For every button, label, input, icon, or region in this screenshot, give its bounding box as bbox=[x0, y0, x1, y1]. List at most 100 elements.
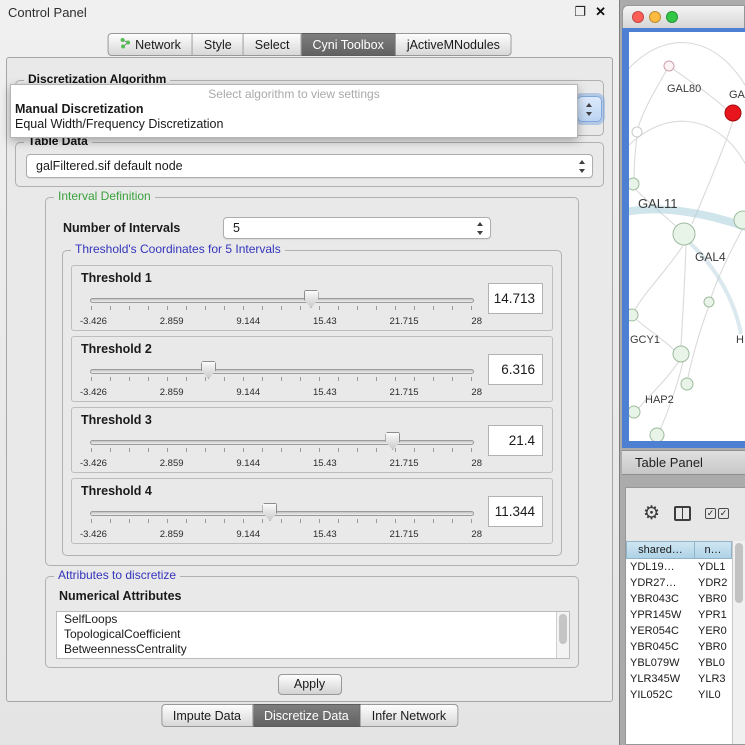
slider-track[interactable] bbox=[90, 298, 474, 303]
threshold-slider[interactable]: -3.4262.8599.14415.4321.71528 bbox=[90, 361, 474, 398]
threshold-value-field[interactable]: 11.344 bbox=[488, 496, 543, 527]
cell[interactable]: YBL079W bbox=[626, 655, 694, 671]
checkbox-icon[interactable]: ✓ bbox=[718, 508, 729, 519]
table-body: YDL19…YDL1 YDR27…YDR2 YBR043CYBR0 YPR145… bbox=[626, 559, 732, 744]
right-workspace: GAL80 GA GAL11 GAL4 GCY1 H HAP2 Table Pa… bbox=[620, 0, 745, 745]
cell[interactable]: YBR043C bbox=[626, 591, 694, 607]
cell[interactable]: YLR3 bbox=[694, 671, 732, 687]
node bbox=[664, 61, 674, 71]
window-title: Control Panel bbox=[8, 5, 87, 20]
cell[interactable]: YIL052C bbox=[626, 687, 694, 703]
list-item[interactable]: BetweennessCentrality bbox=[57, 642, 569, 657]
threshold-panel-1: Threshold 1 -3.4262.8599.14415.4321.7152… bbox=[71, 265, 553, 331]
table-row[interactable]: YBR045CYBR0 bbox=[626, 639, 732, 655]
tick-label: 2.859 bbox=[160, 458, 184, 469]
dropdown-option-manual[interactable]: Manual Discretization bbox=[11, 102, 577, 117]
column-header-name[interactable]: n… bbox=[694, 541, 732, 559]
bottom-tab-bar: Impute Data Discretize Data Infer Networ… bbox=[161, 704, 458, 727]
cell[interactable]: YDL19… bbox=[626, 559, 694, 575]
threshold-slider[interactable]: -3.4262.8599.14415.4321.71528 bbox=[90, 290, 474, 327]
table-row[interactable]: YBR043CYBR0 bbox=[626, 591, 732, 607]
slider-track[interactable] bbox=[90, 369, 474, 374]
tick-label: 21.715 bbox=[390, 387, 419, 398]
tab-select[interactable]: Select bbox=[244, 33, 302, 56]
tab-jactivemodules[interactable]: jActiveMNodules bbox=[396, 33, 512, 56]
cell[interactable]: YPR145W bbox=[626, 607, 694, 623]
checkbox-icon[interactable]: ✓ bbox=[705, 508, 716, 519]
table-data-combobox[interactable]: galFiltered.sif default node bbox=[26, 154, 593, 178]
mac-close-button[interactable] bbox=[632, 11, 644, 23]
threshold-label: Threshold 1 bbox=[81, 271, 152, 285]
tab-network[interactable]: Network bbox=[107, 33, 193, 56]
cell[interactable]: YER054C bbox=[626, 623, 694, 639]
tab-infer-network[interactable]: Infer Network bbox=[361, 704, 458, 727]
tab-discretize-data[interactable]: Discretize Data bbox=[253, 704, 361, 727]
table-row[interactable]: YDR27…YDR2 bbox=[626, 575, 732, 591]
table-row[interactable]: YER054CYER0 bbox=[626, 623, 732, 639]
dropdown-hint-option[interactable]: Select algorithm to view settings bbox=[11, 87, 577, 102]
network-graph[interactable]: GAL80 GA GAL11 GAL4 GCY1 H HAP2 bbox=[629, 32, 745, 441]
table-row[interactable]: YBL079WYBL0 bbox=[626, 655, 732, 671]
combobox-spinner-icon[interactable] bbox=[578, 158, 587, 175]
cell[interactable]: YBR045C bbox=[626, 639, 694, 655]
list-scrollbar[interactable] bbox=[556, 612, 569, 658]
combobox-spinner-icon[interactable] bbox=[585, 101, 594, 118]
scrollbar-thumb[interactable] bbox=[559, 614, 567, 644]
combobox-value: galFiltered.sif default node bbox=[36, 159, 183, 173]
tick-label: 21.715 bbox=[390, 458, 419, 469]
column-header-shared-name[interactable]: shared… bbox=[626, 541, 694, 559]
algorithm-combobox-edge[interactable] bbox=[577, 96, 602, 122]
table-row[interactable]: YIL052CYIL0 bbox=[626, 687, 732, 703]
mac-minimize-button[interactable] bbox=[649, 11, 661, 23]
table-row[interactable]: YPR145WYPR1 bbox=[626, 607, 732, 623]
tab-cyni-toolbox[interactable]: Cyni Toolbox bbox=[301, 33, 395, 56]
node bbox=[629, 406, 640, 418]
scrollbar-thumb[interactable] bbox=[735, 543, 743, 603]
node bbox=[632, 127, 642, 137]
settings-gear-icon[interactable]: ⚙ bbox=[643, 504, 660, 523]
threshold-value-field[interactable]: 6.316 bbox=[488, 354, 543, 385]
threshold-slider[interactable]: -3.4262.8599.14415.4321.71528 bbox=[90, 432, 474, 469]
cell[interactable]: YBR0 bbox=[694, 639, 732, 655]
close-icon[interactable]: ✕ bbox=[595, 4, 606, 20]
cell[interactable]: YDR2 bbox=[694, 575, 732, 591]
table-row[interactable]: YDL19…YDL1 bbox=[626, 559, 732, 575]
slider-track[interactable] bbox=[90, 511, 474, 516]
cell[interactable]: YBR0 bbox=[694, 591, 732, 607]
list-item[interactable]: TopologicalCoefficient bbox=[57, 627, 569, 642]
cell[interactable]: YDL1 bbox=[694, 559, 732, 575]
control-panel-window: Control Panel ❐ ✕ Network Style Select C… bbox=[0, 0, 620, 745]
tab-impute-data[interactable]: Impute Data bbox=[161, 704, 253, 727]
threshold-label: Threshold 2 bbox=[81, 342, 152, 356]
list-item[interactable]: SelfLoops bbox=[57, 612, 569, 627]
table-row[interactable]: YLR345WYLR3 bbox=[626, 671, 732, 687]
cell[interactable]: YIL0 bbox=[694, 687, 732, 703]
combobox-spinner-icon[interactable] bbox=[476, 220, 485, 237]
apply-button[interactable]: Apply bbox=[278, 674, 342, 695]
num-intervals-combobox[interactable]: 5 bbox=[223, 217, 491, 239]
column-selector-icon[interactable] bbox=[674, 506, 691, 521]
top-tab-bar: Network Style Select Cyni Toolbox jActiv… bbox=[107, 33, 512, 56]
cell[interactable]: YLR345W bbox=[626, 671, 694, 687]
mac-zoom-button[interactable] bbox=[666, 11, 678, 23]
cell[interactable]: YPR1 bbox=[694, 607, 732, 623]
table-data-group: Table Data galFiltered.sif default node bbox=[15, 142, 604, 187]
tab-label: Infer Network bbox=[372, 709, 446, 723]
cell[interactable]: YBL0 bbox=[694, 655, 732, 671]
threshold-slider[interactable]: -3.4262.8599.14415.4321.71528 bbox=[90, 503, 474, 540]
slider-track[interactable] bbox=[90, 440, 474, 445]
table-panel-header[interactable]: Table Panel bbox=[622, 450, 745, 475]
threshold-value-field[interactable]: 21.4 bbox=[488, 425, 543, 456]
attributes-list: SelfLoops TopologicalCoefficient Between… bbox=[56, 611, 570, 659]
tab-style[interactable]: Style bbox=[193, 33, 244, 56]
table-scrollbar[interactable] bbox=[732, 541, 745, 744]
network-nodes[interactable] bbox=[629, 61, 745, 441]
cell[interactable]: YDR27… bbox=[626, 575, 694, 591]
threshold-value-field[interactable]: 14.713 bbox=[488, 283, 543, 314]
network-canvas[interactable]: GAL80 GA GAL11 GAL4 GCY1 H HAP2 bbox=[629, 32, 745, 441]
dropdown-option-equal-width[interactable]: Equal Width/Frequency Discretization bbox=[11, 117, 577, 132]
node-label: GCY1 bbox=[630, 334, 660, 346]
float-window-icon[interactable]: ❐ bbox=[574, 4, 586, 20]
cell[interactable]: YER0 bbox=[694, 623, 732, 639]
slider-ticks bbox=[91, 306, 473, 310]
